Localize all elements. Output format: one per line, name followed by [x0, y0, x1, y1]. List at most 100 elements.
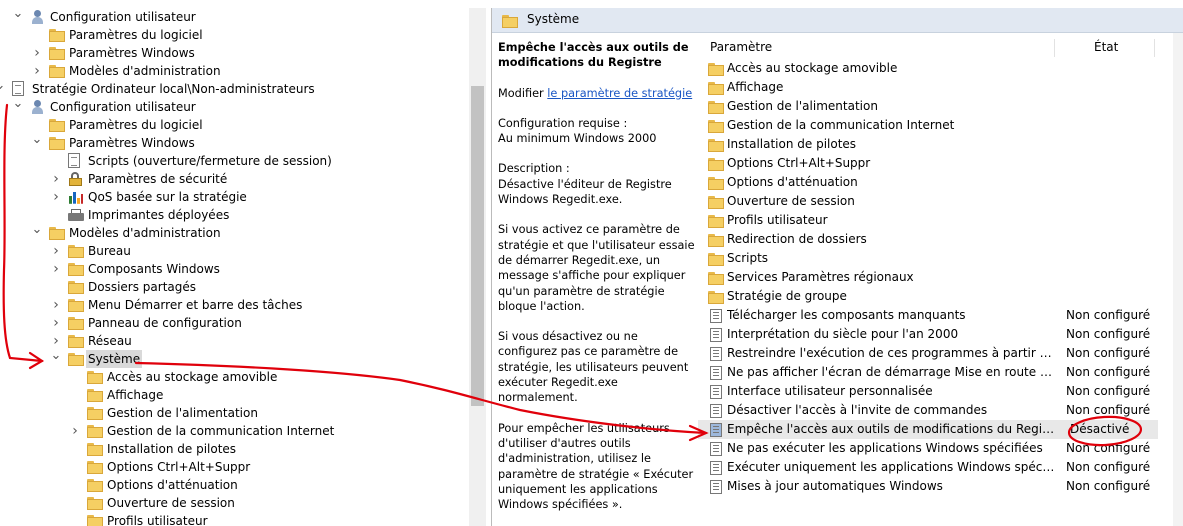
folder-icon — [708, 119, 724, 133]
tree-item[interactable]: Installation de pilotes — [0, 440, 460, 458]
tree-item[interactable]: Paramètres du logiciel — [0, 116, 460, 134]
chevron-down-icon[interactable]: ⌄ — [0, 79, 6, 98]
setting-row[interactable]: Interprétation du siècle pour l'an 2000 N… — [698, 325, 1158, 344]
chevron-right-icon[interactable]: › — [50, 296, 62, 314]
setting-row[interactable]: Exécuter uniquement les applications Win… — [698, 458, 1158, 477]
tree-item[interactable]: ⌄ Configuration utilisateur — [0, 8, 460, 26]
tree-item[interactable]: › Gestion de la communication Internet — [0, 422, 460, 440]
tree-item[interactable]: Accès au stockage amovible — [0, 368, 460, 386]
chevron-right-icon[interactable]: › — [69, 422, 81, 440]
setting-name: Stratégie de groupe — [727, 289, 847, 303]
tree-item[interactable]: ⌄ Stratégie Ordinateur local\Non-administ… — [0, 79, 460, 98]
folder-icon — [68, 334, 84, 348]
tree-item[interactable]: Affichage — [0, 386, 460, 404]
tree-item[interactable]: › Réseau — [0, 332, 460, 350]
tree-item[interactable]: Gestion de l'alimentation — [0, 404, 460, 422]
tree-item[interactable]: Options d'atténuation — [0, 476, 460, 494]
chevron-right-icon[interactable]: › — [50, 188, 62, 206]
tree-item-label: Accès au stockage amovible — [107, 370, 278, 384]
tree-item[interactable]: Paramètres du logiciel — [0, 26, 460, 44]
setting-row[interactable]: Interface utilisateur personnalisée Non c… — [698, 382, 1158, 401]
category-row[interactable]: Ouverture de session — [698, 192, 1158, 211]
modify-line: Modifier le paramètre de stratégie — [498, 86, 698, 101]
chevron-down-icon[interactable]: ⌄ — [12, 8, 24, 26]
setting-state: Non configuré — [1066, 479, 1151, 493]
setting-row[interactable]: Ne pas exécuter les applications Windows… — [698, 439, 1158, 458]
tree-item[interactable]: › Bureau — [0, 242, 460, 260]
category-row[interactable]: Installation de pilotes — [698, 135, 1158, 154]
chevron-right-icon[interactable]: › — [50, 314, 62, 332]
folder-icon — [87, 442, 103, 456]
category-row[interactable]: Options Ctrl+Alt+Suppr — [698, 154, 1158, 173]
folder-icon — [49, 46, 65, 60]
tree-item[interactable]: › Panneau de configuration — [0, 314, 460, 332]
category-row[interactable]: Services Paramètres régionaux — [698, 268, 1158, 287]
tree-item[interactable]: › Paramètres de sécurité — [0, 170, 460, 188]
tree-item[interactable]: Imprimantes déployées — [0, 206, 460, 224]
column-separator[interactable] — [1154, 39, 1155, 57]
tree-item[interactable]: › Paramètres Windows — [0, 44, 460, 62]
category-row[interactable]: Affichage — [698, 78, 1158, 97]
folder-icon — [87, 388, 103, 402]
setting-state: Non configuré — [1066, 441, 1151, 455]
details-scrollbar[interactable] — [1173, 33, 1183, 526]
tree-item[interactable]: ⌄ Configuration utilisateur — [0, 97, 460, 116]
tree-item[interactable]: Options Ctrl+Alt+Suppr — [0, 458, 460, 476]
folder-icon — [49, 136, 65, 150]
setting-row[interactable]: Mises à jour automatiques Windows Non con… — [698, 477, 1158, 496]
folder-icon — [49, 64, 65, 78]
category-row[interactable]: Scripts — [698, 249, 1158, 268]
tree-scrollbar-thumb[interactable] — [471, 86, 484, 406]
setting-row[interactable]: Désactiver l'accès à l'invite de command… — [698, 401, 1158, 420]
tree-item[interactable]: › Menu Démarrer et barre des tâches — [0, 296, 460, 314]
category-row[interactable]: Options d'atténuation — [698, 173, 1158, 192]
column-header-parameter[interactable]: Paramètre — [710, 36, 772, 58]
chevron-right-icon[interactable]: › — [31, 44, 43, 62]
setting-name: Services Paramètres régionaux — [727, 270, 914, 284]
tree-item[interactable]: › Composants Windows — [0, 260, 460, 278]
tree-item[interactable]: Scripts (ouverture/fermeture de session) — [0, 152, 460, 170]
tree-item-label: Réseau — [88, 334, 132, 348]
chevron-right-icon[interactable]: › — [50, 170, 62, 188]
edit-policy-link[interactable]: le paramètre de stratégie — [547, 87, 692, 100]
settings-list[interactable]: Paramètre État Accès au stockage amovibl… — [698, 36, 1168, 526]
column-separator[interactable] — [1054, 39, 1055, 57]
tree-item[interactable]: › Modèles d'administration — [0, 62, 460, 80]
tree-item-label: Dossiers partagés — [88, 280, 197, 294]
category-row[interactable]: Stratégie de groupe — [698, 287, 1158, 306]
category-row[interactable]: Gestion de l'alimentation — [698, 97, 1158, 116]
description-paragraph-3: Pour empêcher les utilisateurs d'utilise… — [498, 421, 694, 512]
setting-row[interactable]: Empêche l'accès aux outils de modificati… — [698, 420, 1158, 439]
chevron-down-icon[interactable]: ⌄ — [50, 349, 62, 368]
category-row[interactable]: Redirection de dossiers — [698, 230, 1158, 249]
chevron-down-icon[interactable]: ⌄ — [31, 223, 43, 242]
setting-name: Profils utilisateur — [727, 213, 828, 227]
chevron-right-icon[interactable]: › — [31, 62, 43, 80]
tree-item-label: Profils utilisateur — [107, 514, 208, 526]
category-row[interactable]: Accès au stockage amovible — [698, 59, 1158, 78]
chevron-right-icon[interactable]: › — [50, 260, 62, 278]
column-header-state[interactable]: État — [1094, 36, 1118, 58]
tree-item-label: Configuration utilisateur — [50, 10, 196, 24]
description-block: Description : Désactive l'éditeur de Regi… — [498, 161, 698, 207]
chevron-right-icon[interactable]: › — [50, 242, 62, 260]
setting-row[interactable]: Télécharger les composants manquants Non … — [698, 306, 1158, 325]
tree-item[interactable]: Profils utilisateur — [0, 512, 460, 526]
chevron-down-icon[interactable]: ⌄ — [12, 97, 24, 116]
chevron-down-icon[interactable]: ⌄ — [31, 133, 43, 152]
tree-item[interactable]: › QoS basée sur la stratégie — [0, 188, 460, 206]
tree-scrollbar[interactable] — [469, 8, 486, 526]
folder-icon — [87, 370, 103, 384]
tree-item[interactable]: ⌄ Modèles d'administration — [0, 223, 460, 242]
tree-item[interactable]: ⌄ Système — [0, 349, 460, 368]
category-row[interactable]: Profils utilisateur — [698, 211, 1158, 230]
tree-pane[interactable]: ⌄ Configuration utilisateur Paramètres du … — [0, 8, 469, 526]
category-row[interactable]: Gestion de la communication Internet — [698, 116, 1158, 135]
setting-row[interactable]: Restreindre l'exécution de ces programme… — [698, 344, 1158, 363]
tree-item[interactable]: ⌄ Paramètres Windows — [0, 133, 460, 152]
setting-row[interactable]: Ne pas afficher l'écran de démarrage Mis… — [698, 363, 1158, 382]
tree-item[interactable]: Ouverture de session — [0, 494, 460, 512]
tree-item[interactable]: Dossiers partagés — [0, 278, 460, 296]
